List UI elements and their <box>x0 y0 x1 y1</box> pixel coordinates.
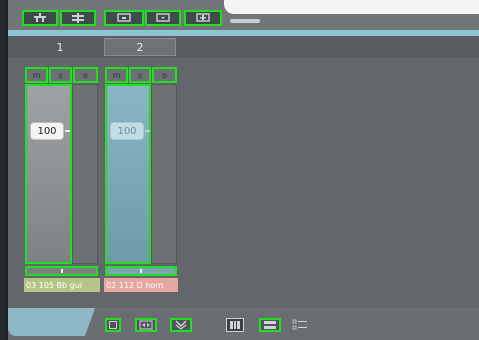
track-2-pan-slider[interactable] <box>105 266 177 276</box>
pan-indicator <box>140 269 142 273</box>
track-1-fader-tick <box>65 130 70 132</box>
mixer-panel: 1 2 m s o 100 03 105 Bb gui m s o 100 02… <box>6 0 479 340</box>
track-header-row: 1 2 <box>8 36 479 58</box>
rows-icon <box>264 321 276 329</box>
track-2-mute-button[interactable]: m <box>105 67 128 83</box>
track-1-level-meter <box>72 84 98 264</box>
track-2-record-button[interactable]: o <box>152 67 177 83</box>
track-1-pan-slider[interactable] <box>25 266 98 276</box>
list-icon <box>292 319 307 330</box>
mixer-window: 1 2 m s o 100 03 105 Bb gui m s o 100 02… <box>0 0 479 340</box>
track-2-solo-button[interactable]: s <box>129 67 151 83</box>
collapse-icon <box>175 320 187 330</box>
track-1-mute-button[interactable]: m <box>25 67 48 83</box>
columns-button[interactable] <box>226 318 244 332</box>
square-button[interactable] <box>105 318 121 332</box>
group-icon <box>34 13 46 22</box>
track-1-solo-button[interactable]: s <box>49 67 72 83</box>
strip-icon <box>72 13 84 23</box>
monitor-output-button[interactable] <box>145 10 181 26</box>
rows-button[interactable] <box>259 318 281 332</box>
group-button[interactable] <box>22 10 58 26</box>
track-1-header[interactable]: 1 <box>24 38 96 56</box>
pan-indicator <box>60 269 63 273</box>
monitor-input-button[interactable] <box>104 10 144 26</box>
track-1-name[interactable]: 03 105 Bb gui <box>24 278 100 292</box>
monitor-add-icon <box>196 13 210 22</box>
top-toolbar <box>8 0 479 30</box>
track-1-fader[interactable] <box>25 84 72 264</box>
track-2-fader-tick <box>145 130 150 132</box>
track-1-volume-value[interactable]: 100 <box>30 122 64 140</box>
expand-icon <box>139 320 153 330</box>
track-2-level-meter <box>151 84 177 264</box>
monitor-output-icon <box>156 13 170 22</box>
columns-icon <box>230 321 240 329</box>
track-2-fader[interactable] <box>105 84 151 264</box>
strip-button[interactable] <box>60 10 96 26</box>
expand-button[interactable] <box>135 318 157 332</box>
monitor-add-button[interactable] <box>184 10 222 26</box>
tab-area <box>224 0 479 14</box>
square-icon <box>109 321 117 329</box>
scroll-handle[interactable] <box>230 19 260 23</box>
collapse-button[interactable] <box>170 318 192 332</box>
track-2-volume-value[interactable]: 100 <box>110 122 144 140</box>
list-button[interactable] <box>290 318 310 332</box>
track-1-record-button[interactable]: o <box>73 67 98 83</box>
track-2-name[interactable]: 02 112 D horn <box>104 278 178 292</box>
track-2-header[interactable]: 2 <box>104 38 176 56</box>
monitor-input-icon <box>117 13 131 22</box>
bottom-left-panel <box>8 308 104 336</box>
empty-mixer-area <box>186 58 479 306</box>
